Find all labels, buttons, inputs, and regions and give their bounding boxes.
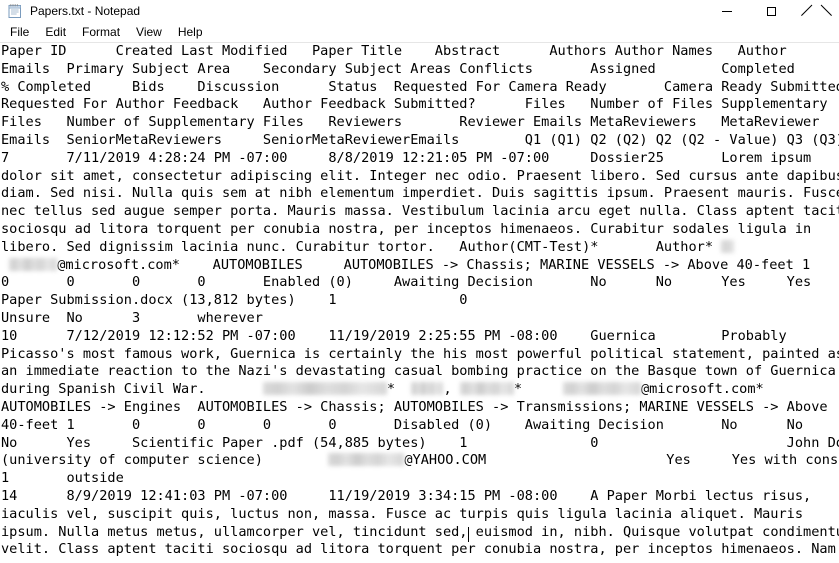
text-run: libero. Sed dignissim lacinia nunc. Cura… — [1, 238, 722, 255]
minimize-button[interactable] — [704, 0, 749, 22]
title-bar-left: Papers.txt - Notepad — [0, 3, 704, 19]
text-run: 40-feet 1 0 0 0 0 Disabled (0) Awaiting … — [1, 416, 804, 433]
text-run: % Completed Bids Discussion Status Reque… — [1, 78, 839, 95]
text-line: No Yes Scientific Paper .pdf (54,885 byt… — [1, 435, 839, 453]
menu-item-edit[interactable]: Edit — [37, 23, 74, 42]
text-line: velit. Class aptent taciti sociosqu ad l… — [1, 541, 839, 559]
text-line: Files Number of Supplementary Files Revi… — [1, 114, 839, 132]
text-run: Files Number of Supplementary Files Revi… — [1, 114, 820, 131]
notepad-icon — [7, 3, 23, 19]
text-caret — [467, 526, 469, 542]
text-run: 1 outside — [1, 470, 124, 487]
text-run: Paper Submission.docx (13,812 bytes) 1 0 — [1, 292, 468, 309]
window-controls — [704, 0, 839, 22]
minimize-icon — [721, 10, 732, 12]
maximize-icon — [767, 6, 776, 16]
close-icon — [811, 6, 822, 17]
text-run: * — [386, 381, 412, 398]
text-line: ipsum. Nulla metus metus, ullamcorper ve… — [1, 524, 839, 542]
text-run: @microsoft.com* — [640, 381, 764, 398]
text-run: 10 7/12/2019 12:12:52 PM -07:00 11/19/20… — [1, 327, 787, 344]
text-line: sociosqu ad litora torquent per conubia … — [1, 221, 839, 239]
menu-item-help[interactable]: Help — [170, 23, 211, 42]
redacted-text-block — [411, 382, 444, 396]
text-run: 0 0 0 0 Enabled (0) Awaiting Decision No… — [1, 274, 812, 291]
text-line: Paper Submission.docx (13,812 bytes) 1 0 — [1, 292, 839, 310]
text-line: diam. Sed nisi. Nulla quis sem at nibh e… — [1, 185, 839, 203]
redacted-text-block — [721, 239, 735, 253]
text-run: iaculis vel, suscipit quis, luctus non, … — [1, 505, 804, 522]
text-run: , — [443, 381, 460, 398]
text-run — [1, 257, 9, 273]
text-run: * — [513, 381, 563, 398]
text-line: Emails Primary Subject Area Secondary Su… — [1, 61, 839, 79]
text-run: (university of computer science) — [1, 452, 329, 469]
text-run: No Yes Scientific Paper .pdf (54,885 byt… — [1, 434, 839, 451]
text-line: Unsure No 3 wherever — [1, 310, 839, 328]
text-line: 10 7/12/2019 12:12:52 PM -07:00 11/19/20… — [1, 328, 839, 346]
text-run: Emails SeniorMetaReviewers SeniorMetaRev… — [1, 131, 839, 148]
text-editor-area[interactable]: Paper ID Created Last Modified Paper Tit… — [0, 43, 839, 563]
text-line: Paper ID Created Last Modified Paper Tit… — [1, 43, 839, 61]
notepad-window: Papers.txt - Notepad File Edit Format Vi… — [0, 0, 839, 563]
redacted-text-block — [562, 382, 641, 396]
text-line: libero. Sed dignissim lacinia nunc. Cura… — [1, 239, 839, 257]
redacted-text-block — [9, 257, 58, 271]
text-run: nec tellus sed augue semper porta. Mauri… — [1, 203, 839, 220]
text-run: @microsoft.com* AUTOMOBILES AUTOMOBILES … — [57, 256, 811, 273]
text-run: Requested For Author Feedback Author Fee… — [1, 96, 828, 113]
text-line: an immediate reaction to the Nazi's deva… — [1, 363, 839, 381]
text-line: during Spanish Civil War. * , * @microso… — [1, 381, 839, 399]
text-line: 40-feet 1 0 0 0 0 Disabled (0) Awaiting … — [1, 417, 839, 435]
text-run: during Spanish Civil War. — [1, 381, 263, 398]
text-line: (university of computer science) @YAHOO.… — [1, 452, 839, 470]
redacted-text-block — [328, 453, 405, 467]
text-line: Picasso's most famous work, Guernica is … — [1, 346, 839, 364]
text-line: 0 0 0 0 Enabled (0) Awaiting Decision No… — [1, 274, 839, 292]
text-line: nec tellus sed augue semper porta. Mauri… — [1, 203, 839, 221]
text-run: Paper ID Created Last Modified Paper Tit… — [1, 43, 787, 59]
text-line: 1 outside — [1, 470, 839, 488]
maximize-button[interactable] — [749, 0, 794, 22]
text-run: sociosqu ad litora torquent per conubia … — [1, 220, 812, 237]
text-line: Requested For Author Feedback Author Fee… — [1, 96, 839, 114]
text-run: dolor sit amet, consectetur adipiscing e… — [1, 167, 839, 184]
text-line: @microsoft.com* AUTOMOBILES AUTOMOBILES … — [1, 257, 839, 275]
text-run: ipsum. Nulla metus metus, ullamcorper ve… — [1, 523, 468, 540]
text-line: 7 7/11/2019 4:28:24 PM -07:00 8/8/2019 1… — [1, 150, 839, 168]
text-run: @YAHOO.COM Yes Yes with consent — [404, 452, 839, 469]
redacted-text-block — [459, 382, 514, 396]
text-line: AUTOMOBILES -> Engines AUTOMOBILES -> Ch… — [1, 399, 839, 417]
text-line: iaculis vel, suscipit quis, luctus non, … — [1, 506, 839, 524]
text-line: dolor sit amet, consectetur adipiscing e… — [1, 168, 839, 186]
text-run: Unsure No 3 wherever — [1, 309, 263, 326]
text-line: 14 8/9/2019 12:41:03 PM -07:00 11/19/201… — [1, 488, 839, 506]
redacted-text-block — [262, 382, 387, 396]
text-run: AUTOMOBILES -> Engines AUTOMOBILES -> Ch… — [1, 398, 828, 415]
close-button[interactable] — [794, 0, 839, 22]
title-bar[interactable]: Papers.txt - Notepad — [0, 0, 839, 22]
text-run: 7 7/11/2019 4:28:24 PM -07:00 8/8/2019 1… — [1, 149, 812, 166]
menu-item-file[interactable]: File — [2, 23, 37, 42]
text-run: an immediate reaction to the Nazi's deva… — [1, 363, 836, 380]
text-run: diam. Sed nisi. Nulla quis sem at nibh e… — [1, 185, 839, 202]
document-text[interactable]: Paper ID Created Last Modified Paper Tit… — [0, 43, 839, 563]
text-line: % Completed Bids Discussion Status Reque… — [1, 79, 839, 97]
text-run: Picasso's most famous work, Guernica is … — [1, 345, 839, 362]
menu-item-view[interactable]: View — [128, 23, 170, 42]
menu-bar: File Edit Format View Help — [0, 22, 839, 43]
text-run: 14 8/9/2019 12:41:03 PM -07:00 11/19/201… — [1, 487, 812, 504]
text-run: euismod in, nibh. Quisque volutpat condi… — [467, 523, 839, 540]
text-run: velit. Class aptent taciti sociosqu ad l… — [1, 541, 836, 558]
menu-item-format[interactable]: Format — [74, 23, 128, 42]
window-title: Papers.txt - Notepad — [30, 4, 141, 18]
text-line: Emails SeniorMetaReviewers SeniorMetaRev… — [1, 132, 839, 150]
text-run: Emails Primary Subject Area Secondary Su… — [1, 60, 795, 77]
